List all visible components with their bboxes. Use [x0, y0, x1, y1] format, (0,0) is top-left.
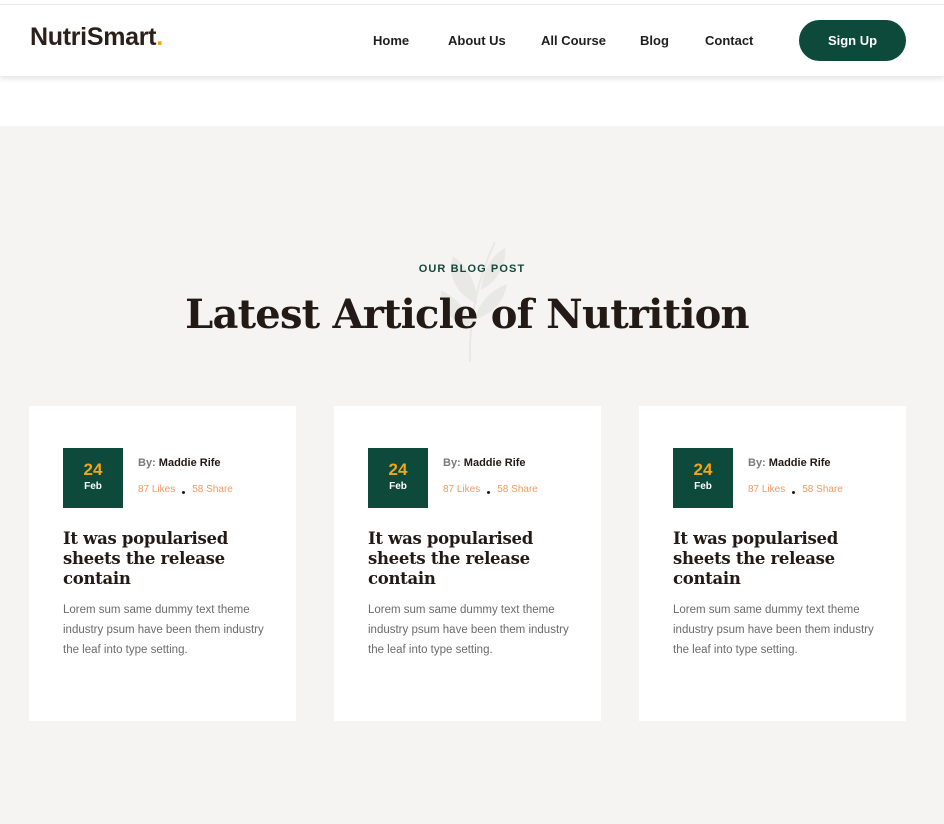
dot-separator — [487, 491, 491, 494]
share-count[interactable]: 58 Share — [497, 484, 538, 495]
date-month: Feb — [389, 481, 407, 492]
post-excerpt: Lorem sum same dummy text theme industry… — [63, 604, 264, 656]
post-title[interactable]: It was popularised sheets the release co… — [63, 529, 263, 589]
nav-home[interactable]: Home — [373, 33, 409, 48]
by-label: By: — [138, 457, 156, 469]
author-link[interactable]: Maddie Rife — [769, 457, 831, 469]
author-link[interactable]: Maddie Rife — [159, 457, 221, 469]
share-count[interactable]: 58 Share — [192, 484, 233, 495]
blog-section: OUR BLOG POST Latest Article of Nutritio… — [0, 126, 944, 824]
blog-card[interactable]: 24 Feb By: Maddie Rife 87 Likes 58 Share … — [29, 406, 296, 721]
post-title[interactable]: It was popularised sheets the release co… — [673, 529, 873, 589]
author-link[interactable]: Maddie Rife — [464, 457, 526, 469]
likes-count[interactable]: 87 Likes — [748, 484, 785, 495]
post-title[interactable]: It was popularised sheets the release co… — [368, 529, 568, 589]
post-stats: 87 Likes 58 Share — [748, 484, 843, 495]
post-excerpt: Lorem sum same dummy text theme industry… — [673, 604, 874, 656]
nav-contact[interactable]: Contact — [705, 33, 753, 48]
site-header: NutriSmart. Home About Us All Course Blo… — [0, 4, 944, 76]
sign-up-button[interactable]: Sign Up — [799, 20, 906, 61]
date-day: 24 — [388, 460, 408, 479]
date-badge: 24 Feb — [63, 448, 123, 508]
date-badge: 24 Feb — [368, 448, 428, 508]
nav-about-us[interactable]: About Us — [448, 33, 506, 48]
nav-blog[interactable]: Blog — [640, 33, 669, 48]
post-stats: 87 Likes 58 Share — [443, 484, 538, 495]
post-excerpt: Lorem sum same dummy text theme industry… — [368, 604, 569, 656]
dot-separator — [182, 491, 186, 494]
by-label: By: — [748, 457, 766, 469]
post-stats: 87 Likes 58 Share — [138, 484, 233, 495]
blog-card[interactable]: 24 Feb By: Maddie Rife 87 Likes 58 Share … — [639, 406, 906, 721]
date-day: 24 — [83, 460, 103, 479]
post-author: By: Maddie Rife — [138, 457, 221, 469]
post-author: By: Maddie Rife — [748, 457, 831, 469]
likes-count[interactable]: 87 Likes — [138, 484, 175, 495]
date-badge: 24 Feb — [673, 448, 733, 508]
blog-card[interactable]: 24 Feb By: Maddie Rife 87 Likes 58 Share … — [334, 406, 601, 721]
share-count[interactable]: 58 Share — [802, 484, 843, 495]
date-day: 24 — [693, 460, 713, 479]
by-label: By: — [443, 457, 461, 469]
post-author: By: Maddie Rife — [443, 457, 526, 469]
date-month: Feb — [694, 481, 712, 492]
section-title: Latest Article of Nutrition — [185, 291, 749, 338]
nav-all-course[interactable]: All Course — [541, 33, 606, 48]
date-month: Feb — [84, 481, 102, 492]
likes-count[interactable]: 87 Likes — [443, 484, 480, 495]
section-eyebrow: OUR BLOG POST — [418, 263, 526, 275]
dot-separator — [792, 491, 796, 494]
